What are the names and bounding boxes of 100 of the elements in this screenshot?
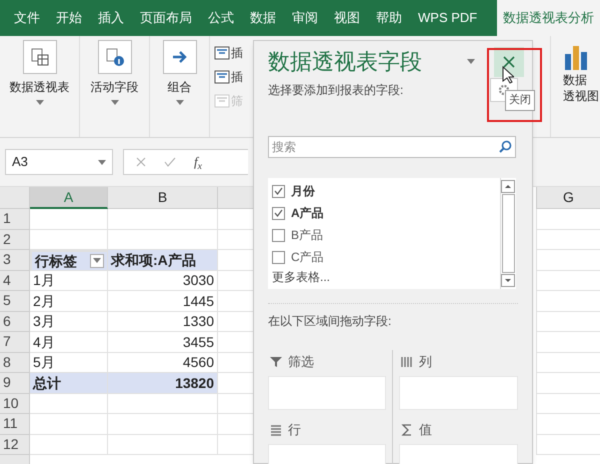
row-header[interactable]: 10: [0, 394, 30, 414]
caret-icon: [467, 59, 475, 64]
ribbon-tab[interactable]: 帮助: [368, 0, 410, 36]
search-field[interactable]: 搜索: [268, 136, 516, 158]
column-header[interactable]: G: [536, 187, 600, 209]
rows-icon: [270, 424, 282, 436]
checkbox[interactable]: [272, 184, 285, 198]
slicer-icon: [214, 46, 230, 60]
caret-icon: [110, 100, 118, 105]
pane-subtitle: 选择要添加到报表的字段:: [268, 82, 404, 99]
caret-icon: [176, 100, 184, 105]
dropdown-icon: [98, 160, 106, 164]
table-cell: [536, 270, 600, 291]
row-header[interactable]: 2: [0, 230, 30, 250]
row-header[interactable]: 6: [0, 312, 30, 332]
slicer-icon: [214, 94, 230, 108]
table-cell: 2月: [30, 291, 108, 312]
row-header[interactable]: 3: [0, 250, 30, 270]
columns-icon: [401, 356, 413, 368]
area-label: 列: [419, 353, 432, 372]
ribbon-large-button[interactable]: 活动字段: [88, 40, 140, 105]
table-cell: [536, 352, 600, 373]
table-cell: [536, 250, 600, 270]
ribbon-tab[interactable]: 数据透视表分析: [497, 0, 600, 36]
ribbon-tab[interactable]: 数据: [242, 0, 284, 36]
filter-dropdown-button[interactable]: [90, 254, 104, 268]
field-label: C产品: [291, 249, 324, 266]
ribbon-large-button[interactable]: 数据透视表: [8, 40, 72, 105]
column-header[interactable]: B: [108, 187, 218, 209]
table-cell: 13820: [108, 373, 218, 394]
function-label: f$_{x}$: [194, 153, 202, 172]
area-label: 值: [419, 421, 432, 440]
table-cell: [536, 434, 600, 455]
table-cell: 总计: [30, 373, 108, 394]
table-cell: 4月: [30, 332, 108, 352]
row-header[interactable]: 7: [0, 332, 30, 352]
row-header[interactable]: 5: [0, 291, 30, 312]
table-cell: [536, 332, 600, 352]
row-header[interactable]: 8: [0, 352, 30, 373]
ribbon-large-button[interactable]: 组合: [160, 40, 198, 105]
check-icon: [164, 157, 176, 167]
table-cell: 3月: [30, 312, 108, 332]
pane-title: 数据透视表字段: [268, 48, 422, 76]
tooltip: 关闭: [505, 90, 535, 110]
ribbon-tab[interactable]: 文件: [6, 0, 48, 36]
table-cell: [536, 414, 600, 434]
slicer-icon: [214, 70, 230, 84]
table-cell: [536, 291, 600, 312]
pivot-chart-button[interactable]: 数据 透视图: [563, 42, 599, 104]
checkbox[interactable]: [272, 228, 285, 242]
row-header[interactable]: 11: [0, 414, 30, 434]
more-tables-link[interactable]: 更多表格...: [272, 268, 500, 286]
formula-input[interactable]: f$_{x}$: [123, 149, 248, 175]
ribbon-tab[interactable]: 公式: [200, 0, 242, 36]
ribbon-tab[interactable]: 页面布局: [132, 0, 200, 36]
table-cell: 3030: [108, 270, 218, 291]
table-cell: [536, 230, 600, 250]
area-label: 筛选: [288, 353, 314, 372]
ribbon-tab[interactable]: 视图: [326, 0, 368, 36]
row-header[interactable]: 1: [0, 209, 30, 230]
checkbox[interactable]: [272, 250, 285, 264]
field-info-icon: [104, 47, 124, 67]
close-icon: [503, 56, 515, 68]
check-icon: [274, 187, 283, 195]
scrollbar[interactable]: [500, 178, 516, 289]
areas-label: 在以下区域间拖动字段:: [268, 313, 392, 330]
table-cell: 3455: [108, 332, 218, 352]
ribbon-tab[interactable]: 插入: [90, 0, 132, 36]
ribbon-tab[interactable]: 开始: [48, 0, 90, 36]
caret-icon: [36, 100, 44, 105]
table-cell: 1月: [30, 270, 108, 291]
table-cell: 求和项:A产品: [108, 250, 218, 270]
table-cell: [536, 373, 600, 394]
settings-icon: [498, 84, 510, 96]
row-header[interactable]: 4: [0, 270, 30, 291]
ribbon-tab[interactable]: 审阅: [284, 0, 326, 36]
area-label: 行: [288, 421, 301, 440]
name-box[interactable]: A3: [5, 149, 113, 175]
field-label: A产品: [291, 205, 324, 222]
search-icon: [499, 140, 512, 153]
cursor-icon: [502, 66, 514, 84]
pivot-table-icon: [30, 47, 50, 67]
caret-icon: [93, 258, 101, 264]
filter-icon: [270, 356, 282, 368]
check-icon: [274, 209, 283, 217]
ribbon-tab[interactable]: WPS PDF: [410, 0, 486, 36]
table-cell: 1445: [108, 291, 218, 312]
sigma-icon: [401, 424, 413, 436]
checkbox[interactable]: [272, 206, 285, 220]
column-header[interactable]: A: [30, 187, 108, 209]
table-cell: 1330: [108, 312, 218, 332]
table-cell: [536, 209, 600, 230]
cancel-icon: [136, 157, 146, 167]
table-cell: 行标签: [30, 250, 108, 270]
row-header[interactable]: 9: [0, 373, 30, 394]
field-label: B产品: [291, 227, 324, 244]
ribbon-small-button[interactable]: 插: [214, 68, 243, 86]
field-label: 月份: [291, 183, 315, 200]
ribbon-small-button[interactable]: 插: [214, 44, 243, 62]
row-header[interactable]: 12: [0, 434, 30, 455]
